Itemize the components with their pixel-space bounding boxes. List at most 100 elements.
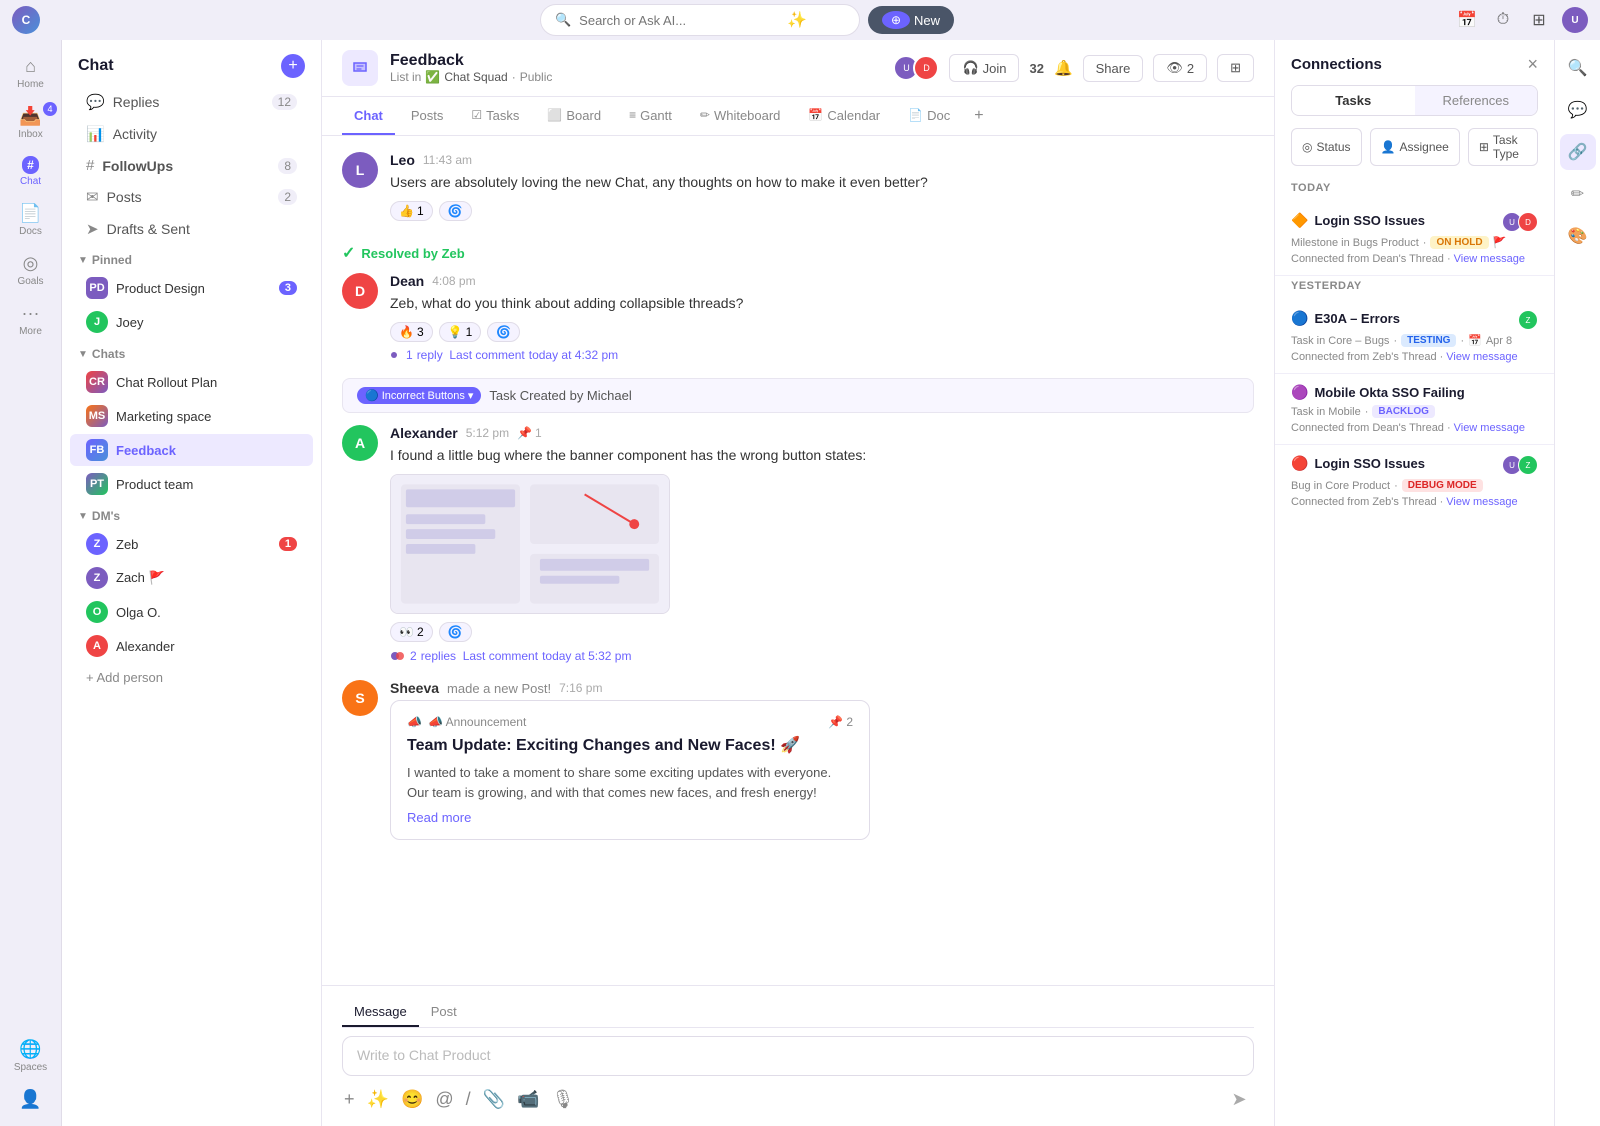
filter-assignee[interactable]: 👤 Assignee [1370,128,1460,166]
sidebar-dm-zeb[interactable]: Z Zeb 1 [70,528,313,560]
sidebar-item-posts[interactable]: ✉ Posts 2 [70,182,313,212]
view-message-link-4[interactable]: View message [1446,496,1517,508]
tab-chat[interactable]: Chat [342,98,395,135]
reaction-swirl3[interactable]: 🌀 [439,622,472,642]
tab-posts[interactable]: Posts [399,98,456,135]
view-message-link-3[interactable]: View message [1454,422,1525,434]
ai-icon[interactable]: ✨ [787,10,807,30]
reaction-swirl2[interactable]: 🌀 [487,322,520,342]
nav-more[interactable]: ··· More [0,297,61,343]
sidebar-item-followups[interactable]: # FollowUps 8 [70,151,313,180]
sidebar-item-feedback[interactable]: FB Feedback [70,434,313,466]
alexander-reply-info[interactable]: 2 replies Last comment today at 5:32 pm [390,648,1254,664]
timer-icon[interactable]: ⏱ [1490,7,1516,33]
search-input[interactable] [579,13,779,28]
nav-docs[interactable]: 📄 Docs [0,197,61,243]
task-tag[interactable]: 🔵 Incorrect Buttons ▾ [357,387,481,404]
sidebar-dm-zach[interactable]: Z Zach 🚩 [70,562,313,594]
filter-status[interactable]: ◎ Status [1291,128,1362,166]
post-title: Team Update: Exciting Changes and New Fa… [407,735,853,755]
tab-whiteboard[interactable]: ✏Whiteboard [688,98,793,135]
reaction-swirl[interactable]: 🌀 [439,201,472,221]
conn-item-login-sso: 🔶 Login SSO Issues U D Milestone in Bugs… [1275,202,1554,276]
chat-subtitle: List in ✅ Chat Squad · Public [390,70,552,84]
conn-tab-references[interactable]: References [1415,86,1538,115]
posts-count: 2 [278,189,297,205]
dean-reply-info[interactable]: 1 reply Last comment today at 4:32 pm [390,348,1254,362]
add-tool-icon[interactable]: + [342,1087,357,1112]
calendar-icon[interactable]: 📅 [1454,7,1480,33]
sidebar-item-activity[interactable]: 📊 Activity [70,119,313,149]
leo-avatar: L [342,152,378,188]
mention-tool-icon[interactable]: @ [433,1087,455,1112]
sidebar-item-product-team[interactable]: PT Product team [70,468,313,500]
join-button[interactable]: 🎧 Join [949,54,1019,82]
share-button[interactable]: Share [1083,55,1144,82]
input-tools: + ✨ 😊 @ / 📎 📹 🎙 [342,1087,576,1112]
tab-board[interactable]: ⬜Board [535,98,613,135]
search-bar[interactable]: 🔍 ✨ [540,4,860,36]
sidebar-item-chat-rollout[interactable]: CR Chat Rollout Plan [70,366,313,398]
main-layout: ⌂ Home 📥 Inbox 4 # Chat 📄 Docs ◎ Goals ·… [0,0,1600,1126]
video-tool-icon[interactable]: 📹 [515,1087,541,1112]
view-message-link-2[interactable]: View message [1446,351,1517,363]
new-button[interactable]: ⊕ New [868,6,954,34]
input-tab-post[interactable]: Post [419,998,469,1027]
nav-inbox[interactable]: 📥 Inbox 4 [0,100,61,146]
input-tab-message[interactable]: Message [342,998,419,1027]
sidebar-dm-alexander[interactable]: A Alexander [70,630,313,662]
reaction-thumbs-up[interactable]: 👍1 [390,201,433,221]
tab-gantt[interactable]: ≡Gantt [617,98,684,135]
sidebar-item-replies[interactable]: 💬 Replies 12 [70,87,313,117]
reaction-eyes[interactable]: 👀2 [390,622,433,642]
marketing-avatar: MS [86,405,108,427]
nav-home[interactable]: ⌂ Home [0,50,61,96]
emoji-tool-icon[interactable]: 😊 [399,1087,425,1112]
message-input-box[interactable]: Write to Chat Product [342,1036,1254,1076]
add-person-button[interactable]: + Add person [70,665,313,690]
sidebar-toggle-button[interactable]: ⊞ [1217,54,1254,82]
sparkle-tool-icon[interactable]: ✨ [365,1087,391,1112]
filter-task-type[interactable]: ⊞ Task Type [1468,128,1538,166]
chats-section-header[interactable]: ▼ Chats [62,339,321,365]
reaction-fire[interactable]: 🔥3 [390,322,433,342]
sidebar-item-marketing[interactable]: MS Marketing space [70,400,313,432]
nav-profile[interactable]: 👤 [0,1083,61,1116]
bell-icon[interactable]: 🔔 [1054,59,1073,77]
reaction-bulb[interactable]: 💡1 [439,322,482,342]
add-tab-button[interactable]: + [966,97,991,135]
app-logo[interactable]: C [12,6,40,34]
viewers-button[interactable]: 👁 2 [1153,54,1207,82]
fr-chat-icon[interactable]: 💬 [1560,92,1596,128]
read-more-link[interactable]: Read more [407,810,853,825]
grid-icon[interactable]: ⊞ [1526,7,1552,33]
send-button[interactable]: ➤ [1224,1084,1254,1114]
dms-section-header[interactable]: ▼ DM's [62,501,321,527]
slash-tool-icon[interactable]: / [464,1087,473,1112]
fr-connections-icon[interactable]: 🔗 [1560,134,1596,170]
view-message-link-1[interactable]: View message [1454,253,1525,265]
conn-tab-tasks[interactable]: Tasks [1292,86,1415,115]
sidebar-dm-olga[interactable]: O Olga O. [70,596,313,628]
nav-chat[interactable]: # Chat [0,150,61,193]
sidebar-add-button[interactable]: + [281,54,305,78]
fr-edit-icon[interactable]: ✏ [1560,176,1596,212]
sidebar-item-joey[interactable]: J Joey [70,306,313,338]
nav-spaces[interactable]: 🌐 Spaces [0,1033,61,1079]
nav-goals[interactable]: ◎ Goals [0,247,61,293]
attach-tool-icon[interactable]: 📎 [481,1087,507,1112]
pinned-section-header[interactable]: ▼ Pinned [62,245,321,271]
fr-search-icon[interactable]: 🔍 [1560,50,1596,86]
replies-count: 12 [272,94,297,110]
check-icon: ✓ [342,243,355,263]
tab-doc[interactable]: 📄Doc [896,98,962,135]
user-avatar[interactable]: U [1562,7,1588,33]
mic-tool-icon[interactable]: 🎙 [550,1087,577,1112]
tab-tasks[interactable]: ☑Tasks [459,98,531,135]
visibility-label: Public [520,70,553,84]
tab-calendar[interactable]: 📅Calendar [796,98,892,135]
fr-palette-icon[interactable]: 🎨 [1560,218,1596,254]
connections-close-button[interactable]: × [1527,54,1538,75]
sidebar-item-drafts[interactable]: ➤ Drafts & Sent [70,214,313,244]
sidebar-item-product-design[interactable]: PD Product Design 3 [70,272,313,304]
